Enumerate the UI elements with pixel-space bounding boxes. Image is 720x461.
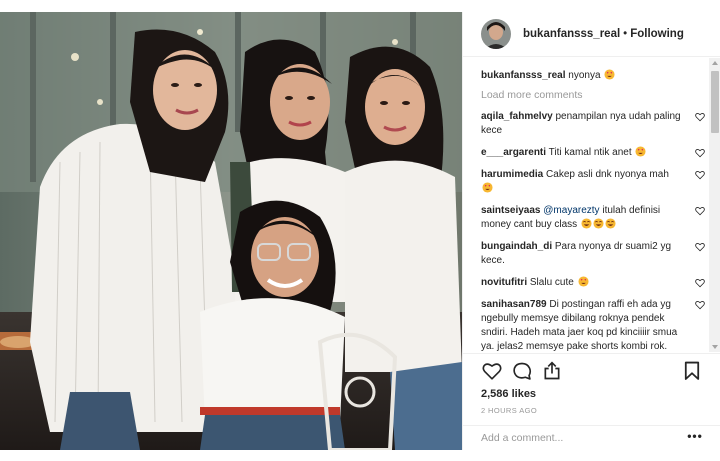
comment-button[interactable] — [511, 360, 533, 382]
like-button[interactable] — [481, 360, 503, 382]
comment-text: Slalu cute — [529, 277, 574, 288]
comment-item: bungaindah_di Para nyonya dr suami2 yg k… — [481, 240, 705, 268]
post-caption: bukanfansss_real nyonya — [481, 69, 697, 83]
laughing-emoji-icon — [593, 218, 604, 229]
add-comment-section: ••• — [463, 425, 720, 451]
comment-item: aqila_fahmelvy penampilan nya udah palin… — [481, 110, 705, 138]
comment-username-link[interactable]: harumimedia — [481, 169, 543, 180]
caption-username-link[interactable]: bukanfansss_real — [481, 70, 566, 81]
more-options-button[interactable]: ••• — [685, 430, 705, 444]
post-timestamp[interactable]: 2 HOURS AGO — [481, 406, 537, 415]
heart-eyes-emoji-icon — [578, 276, 589, 287]
comment-like-heart-icon[interactable] — [695, 300, 705, 310]
action-icons-row — [481, 360, 703, 386]
heart-eyes-emoji-icon — [635, 146, 646, 157]
post-header: bukanfansss_real • Following — [463, 12, 720, 57]
heart-eyes-emoji-icon — [482, 182, 493, 193]
load-more-comments-button[interactable]: Load more comments — [481, 89, 697, 101]
comment-username-link[interactable]: aqila_fahmelvy — [481, 111, 553, 122]
comment-like-heart-icon[interactable] — [695, 242, 705, 252]
comment-like-heart-icon[interactable] — [695, 112, 705, 122]
heart-eyes-emoji-icon — [604, 69, 615, 80]
header-text: bukanfansss_real • Following — [523, 28, 684, 40]
avatar-image — [481, 19, 511, 49]
header-separator: • — [623, 28, 628, 40]
heart-icon — [482, 363, 502, 380]
comment-bubble-icon — [513, 362, 532, 380]
comment-like-heart-icon[interactable] — [695, 170, 705, 180]
instagram-post-modal: bukanfansss_real • Following bukanfansss_r… — [0, 0, 720, 461]
comment-item: e___argarenti Titi kamal ntik anet — [481, 146, 705, 160]
comment-username-link[interactable]: bungaindah_di — [481, 241, 552, 252]
comments-list[interactable]: bukanfansss_real nyonya Load more commen… — [463, 58, 720, 352]
comment-item: harumimedia Cakep asli dnk nyonya mah — [481, 168, 705, 196]
comment-item: sanihasan789 Di postingan raffi eh ada y… — [481, 298, 705, 352]
author-username-link[interactable]: bukanfansss_real — [523, 28, 620, 40]
comment-like-heart-icon[interactable] — [695, 148, 705, 158]
comment-text: Titi kamal ntik anet — [548, 147, 632, 158]
post-side-panel: bukanfansss_real • Following bukanfansss_r… — [462, 12, 720, 450]
post-photo-image — [0, 12, 462, 450]
add-comment-input[interactable] — [481, 432, 671, 444]
save-button[interactable] — [681, 360, 703, 382]
scroll-up-arrow-icon[interactable] — [712, 61, 718, 65]
comment-username-link[interactable]: sanihasan789 — [481, 299, 547, 310]
comment-username-link[interactable]: e___argarenti — [481, 147, 546, 158]
comments-scrollbar[interactable] — [709, 58, 720, 352]
post-photo[interactable] — [0, 12, 462, 450]
bookmark-icon — [684, 361, 700, 380]
likes-count[interactable]: 2,586 likes — [481, 388, 536, 400]
laughing-emoji-icon — [605, 218, 616, 229]
comment-username-link[interactable]: novitufitri — [481, 277, 527, 288]
scrollbar-thumb[interactable] — [711, 71, 719, 133]
post-actions: 2,586 likes 2 HOURS AGO ••• — [463, 353, 720, 450]
share-button[interactable] — [541, 360, 563, 382]
comment-mention-link[interactable]: @mayarezty — [543, 205, 599, 216]
following-button[interactable]: Following — [630, 28, 684, 40]
comment-like-heart-icon[interactable] — [695, 206, 705, 216]
comment-username-link[interactable]: saintseiyaas — [481, 205, 541, 216]
caption-text: nyonya — [568, 70, 601, 81]
comment-item: novitufitri Slalu cute — [481, 276, 705, 290]
author-avatar[interactable] — [481, 19, 511, 49]
share-icon — [544, 361, 560, 380]
comment-item: saintseiyaas @mayarezty itulah definisi … — [481, 204, 705, 232]
comment-text: Cakep asli dnk nyonya mah — [546, 169, 669, 180]
laughing-emoji-icon — [581, 218, 592, 229]
comment-like-heart-icon[interactable] — [695, 278, 705, 288]
scroll-down-arrow-icon[interactable] — [712, 345, 718, 349]
